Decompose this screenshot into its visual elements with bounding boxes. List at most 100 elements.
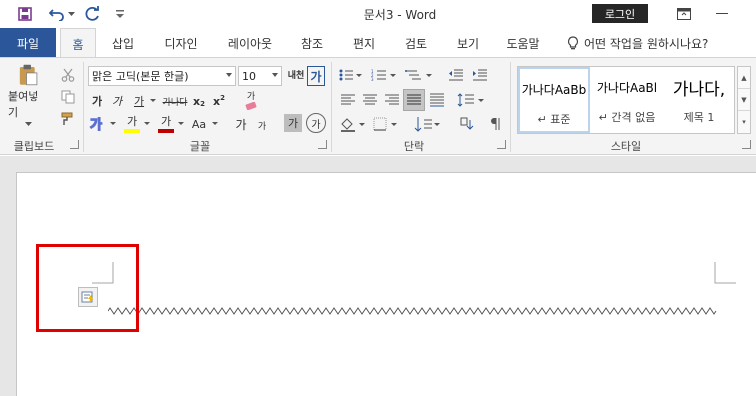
change-case-button[interactable]: Aa [188,114,210,134]
redo-icon[interactable] [82,4,104,24]
tab-view[interactable]: 보기 [448,28,488,58]
cut-icon[interactable] [58,66,78,84]
asian-layout-icon[interactable] [456,114,476,134]
character-border-button[interactable]: 가 [307,66,325,86]
undo-icon[interactable] [46,4,68,24]
strikethrough-button[interactable]: 가나다 [162,92,188,110]
subscript-x: x [193,94,201,108]
align-left-icon[interactable] [338,90,358,110]
align-right-icon[interactable] [382,90,402,110]
chevron-down-icon[interactable] [176,114,186,134]
scroll-up-icon[interactable]: ▲ [738,67,750,89]
shading-button[interactable] [338,114,368,134]
format-painter-icon[interactable] [58,110,78,128]
squiggle-path [108,307,717,315]
save-icon[interactable] [14,4,36,24]
svg-text:3: 3 [371,77,374,81]
font-name-select[interactable]: 맑은 고딕(본문 한글) [88,66,236,86]
styles-launcher-icon[interactable] [742,140,751,149]
font-name-value: 맑은 고딕(본문 한글) [92,70,189,83]
tab-references[interactable]: 참조 [292,28,332,58]
enclose-characters-button[interactable]: 가 [306,113,326,133]
tab-review[interactable]: 검토 [396,28,436,58]
superscript-button[interactable]: x2 [210,92,228,110]
font-color-button[interactable]: 가 [156,112,176,134]
shrink-font-button[interactable]: 가 [254,116,270,134]
clipboard-launcher-icon[interactable] [70,140,79,149]
line-spacing-button[interactable] [456,90,486,110]
sort-button[interactable] [412,114,442,134]
style-sample: 가나다AaBl [596,81,658,95]
tab-design[interactable]: 디자인 [156,28,206,58]
underline-dropdown-icon[interactable] [148,92,158,110]
tab-mailings[interactable]: 편지 [344,28,384,58]
style-no-spacing[interactable]: 가나다AaBl ↵ 간격 없음 [592,67,662,133]
window-title: 문서3 - Word [363,8,437,22]
subscript-button[interactable]: x2 [190,92,208,110]
title-bar: 문서3 - Word 로그인 [0,0,756,28]
font-size-select[interactable]: 10 [238,66,282,86]
tab-home[interactable]: 홈 [60,28,96,59]
italic-button[interactable]: 가 [108,92,126,110]
copy-icon[interactable] [58,88,78,106]
lightbulb-icon [567,36,579,50]
font-color-swatch [158,129,174,133]
tab-file[interactable]: 파일 [0,28,56,58]
phonetic-guide-button[interactable]: 내천 [286,64,306,88]
grow-font-button[interactable]: 가 [232,114,250,134]
tell-me-box[interactable]: 어떤 작업을 원하시나요? [566,28,708,58]
minimize-icon[interactable] [708,4,736,24]
styles-scroll[interactable]: ▲ ▼ ▾ [737,66,751,134]
distributed-icon[interactable] [427,90,447,110]
customize-icon[interactable] [112,4,128,24]
login-button[interactable]: 로그인 [592,4,648,23]
bullets-button[interactable] [338,66,364,84]
superscript-2: 2 [220,94,225,102]
eraser-icon [245,101,257,110]
paragraph-launcher-icon[interactable] [497,140,506,149]
clipboard-group-label: 클립보드 [13,140,55,153]
chevron-down-icon[interactable] [142,114,152,134]
superscript-x: x [213,94,221,108]
paste-label: 붙여넣기 [8,90,39,120]
paste-icon [19,64,38,86]
group-separator [83,62,84,152]
multilevel-list-button[interactable] [404,66,434,84]
clear-format-label: 가 [246,91,256,102]
style-name: ↵ 간격 없음 [598,111,656,124]
more-styles-icon[interactable]: ▾ [738,111,750,133]
character-shading-button[interactable]: 가 [284,114,302,132]
spelling-squiggle [108,307,717,315]
style-sample: 가나다, [672,80,726,100]
align-center-icon[interactable] [360,90,380,110]
subscript-2: 2 [200,100,205,108]
text-effects-button[interactable]: 가 [88,114,108,134]
highlight-button[interactable]: 가 [122,112,142,134]
borders-button[interactable] [372,114,402,134]
underline-button[interactable]: 가 [130,92,148,110]
undo-dropdown-icon[interactable] [66,4,76,24]
tell-me-text: 어떤 작업을 원하시나요? [584,36,709,51]
scroll-down-icon[interactable]: ▼ [738,89,750,111]
svg-text:가: 가 [90,118,102,132]
ribbon-display-options-icon[interactable] [670,4,698,24]
font-launcher-icon[interactable] [318,140,327,149]
paste-button[interactable]: 붙여넣기 [8,64,48,126]
clear-formatting-button[interactable]: 가 [240,88,262,110]
ribbon-home: 붙여넣기 클립보드 맑은 고딕(본문 한글) 10 내천 가 가 가 가 가나다… [0,57,756,155]
bold-button[interactable]: 가 [88,92,106,110]
decrease-indent-icon[interactable] [446,66,466,84]
chevron-down-icon[interactable] [108,114,118,134]
tab-help[interactable]: 도움말 [498,28,548,58]
margin-corner-mark [714,262,736,284]
tab-layout[interactable]: 레이아웃 [220,28,280,58]
numbering-button[interactable]: 123 [370,66,398,84]
justify-icon[interactable] [403,89,425,111]
chevron-down-icon[interactable] [210,114,220,134]
show-formatting-marks-icon[interactable] [486,114,506,134]
tab-insert[interactable]: 삽입 [104,28,142,58]
highlight-label: 가 [126,115,138,128]
style-heading-1[interactable]: 가나다, 제목 1 [664,67,734,133]
increase-indent-icon[interactable] [470,66,490,84]
style-normal[interactable]: 가나다AaBb ↵ 표준 [518,67,590,133]
